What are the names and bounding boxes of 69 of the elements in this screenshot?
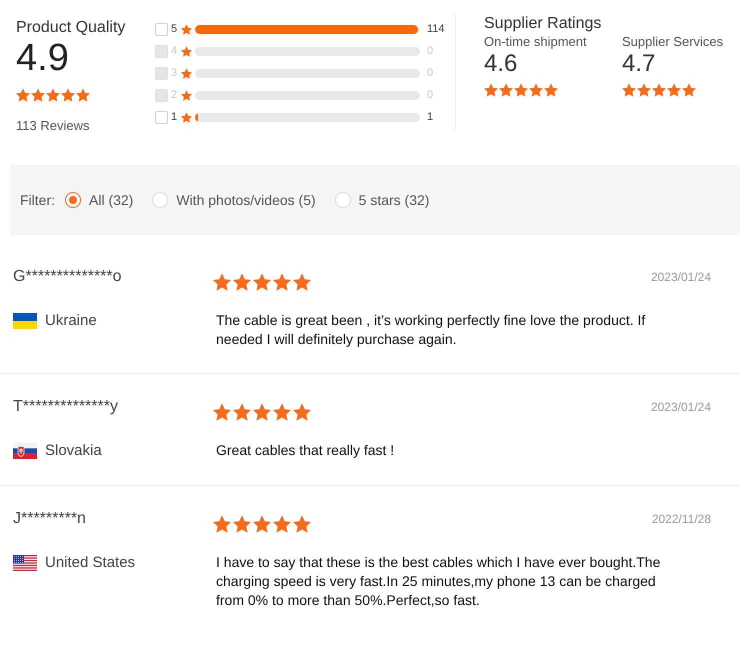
ukraine-flag-icon xyxy=(13,313,37,329)
star-icon xyxy=(213,403,231,421)
review-date: 2023/01/24 xyxy=(650,269,711,286)
star-icon xyxy=(544,83,558,97)
star-icon xyxy=(31,88,45,102)
filter-option[interactable]: All (32) xyxy=(65,192,134,208)
supplier-rating-label: Supplier Services xyxy=(622,34,724,50)
star-icon xyxy=(273,403,291,421)
star-icon xyxy=(16,88,30,102)
star-icon xyxy=(293,515,311,533)
rating-filter-checkbox[interactable] xyxy=(155,22,168,36)
star-icon xyxy=(484,83,498,97)
star-icon xyxy=(233,403,251,421)
supplier-ratings-title: Supplier Ratings xyxy=(484,14,602,34)
filter-label: Filter: xyxy=(20,192,55,208)
rating-count: 114 xyxy=(427,23,445,35)
review-text: I have to say that these is the best cables which I have ever bought.The charging speed is very fast.In 25 minutes,my phone 13 can be charged from 0% to more than 50%.Perfect,so fast. xyxy=(216,553,662,610)
star-icon xyxy=(273,273,291,291)
reviewer-country: United States xyxy=(45,553,136,573)
product-quality-title: Product Quality xyxy=(16,18,126,38)
reviewer-name: J*********n xyxy=(13,510,87,529)
star-icon xyxy=(253,515,271,533)
star-icon xyxy=(253,403,271,421)
slovakia-flag-icon xyxy=(13,443,37,459)
star-icon xyxy=(293,403,311,421)
reviewer-country: Slovakia xyxy=(45,441,102,461)
star-icon xyxy=(233,273,251,291)
reviewer-name: T**************y xyxy=(13,398,119,417)
star-icon xyxy=(253,273,271,291)
star-level-label: 5 xyxy=(171,23,178,35)
star-icon xyxy=(181,46,192,56)
star-icon xyxy=(529,83,543,97)
star-icon xyxy=(213,515,231,533)
radio-button[interactable] xyxy=(65,192,81,208)
star-icon xyxy=(637,83,651,97)
star-icon xyxy=(181,68,192,78)
star-icon xyxy=(181,90,192,100)
star-icon xyxy=(652,83,666,97)
review-date: 2023/01/24 xyxy=(650,399,711,416)
star-icon xyxy=(499,83,513,97)
reviewer-name: G**************o xyxy=(13,268,123,287)
review-text: Great cables that really fast ! xyxy=(216,441,396,460)
product-quality-score: 4.9 xyxy=(16,38,70,78)
star-icon xyxy=(682,83,696,97)
supplier-rating-label: On-time shipment xyxy=(484,34,588,50)
filter-option[interactable]: With photos/videos (5) xyxy=(152,192,316,208)
star-icon xyxy=(46,88,60,102)
star-icon xyxy=(622,83,636,97)
star-icon xyxy=(213,273,231,291)
star-icon xyxy=(293,273,311,291)
star-icon xyxy=(273,515,291,533)
supplier-rating-score: 4.6 xyxy=(484,50,518,78)
star-icon xyxy=(233,515,251,533)
supplier-rating-score: 4.7 xyxy=(622,50,656,78)
rating-count: 1 xyxy=(427,111,434,123)
reviewer-country: Ukraine xyxy=(45,311,97,331)
star-icon xyxy=(181,112,192,122)
star-icon xyxy=(514,83,528,97)
rating-filter-checkbox[interactable] xyxy=(155,110,168,124)
usa-flag-icon xyxy=(13,555,37,571)
review-count: 113 Reviews xyxy=(16,118,90,134)
star-icon xyxy=(181,24,192,34)
star-icon xyxy=(76,88,90,102)
star-icon xyxy=(61,88,75,102)
review-date: 2022/11/28 xyxy=(652,511,711,528)
star-icon xyxy=(667,83,681,97)
star-level-label: 1 xyxy=(171,111,178,123)
filter-option[interactable]: 5 stars (32) xyxy=(334,192,430,208)
review-text: The cable is great been , it’s working perfectly fine love the product. If needed I will definitely purchase again. xyxy=(216,311,646,349)
